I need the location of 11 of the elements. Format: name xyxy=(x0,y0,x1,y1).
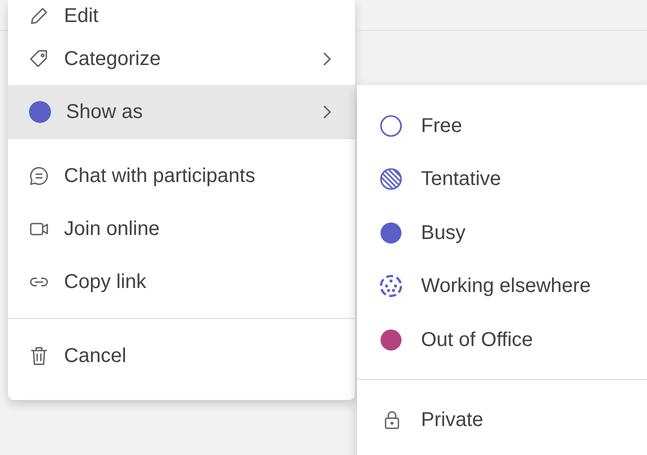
chat-icon xyxy=(28,164,50,186)
trash-icon xyxy=(28,344,50,366)
menu-item[interactable]: Show as xyxy=(8,85,355,138)
pencil-icon xyxy=(28,5,50,27)
menu-item[interactable]: Copy link xyxy=(8,255,355,308)
menu-item[interactable]: Cancel xyxy=(8,329,355,382)
menu-item[interactable]: Join online xyxy=(8,202,355,255)
menu-item[interactable]: Edit xyxy=(8,0,355,32)
tag-icon xyxy=(28,48,50,70)
menu-item[interactable]: Categorize xyxy=(8,32,355,85)
menu-item[interactable]: Chat with participants xyxy=(8,149,355,202)
